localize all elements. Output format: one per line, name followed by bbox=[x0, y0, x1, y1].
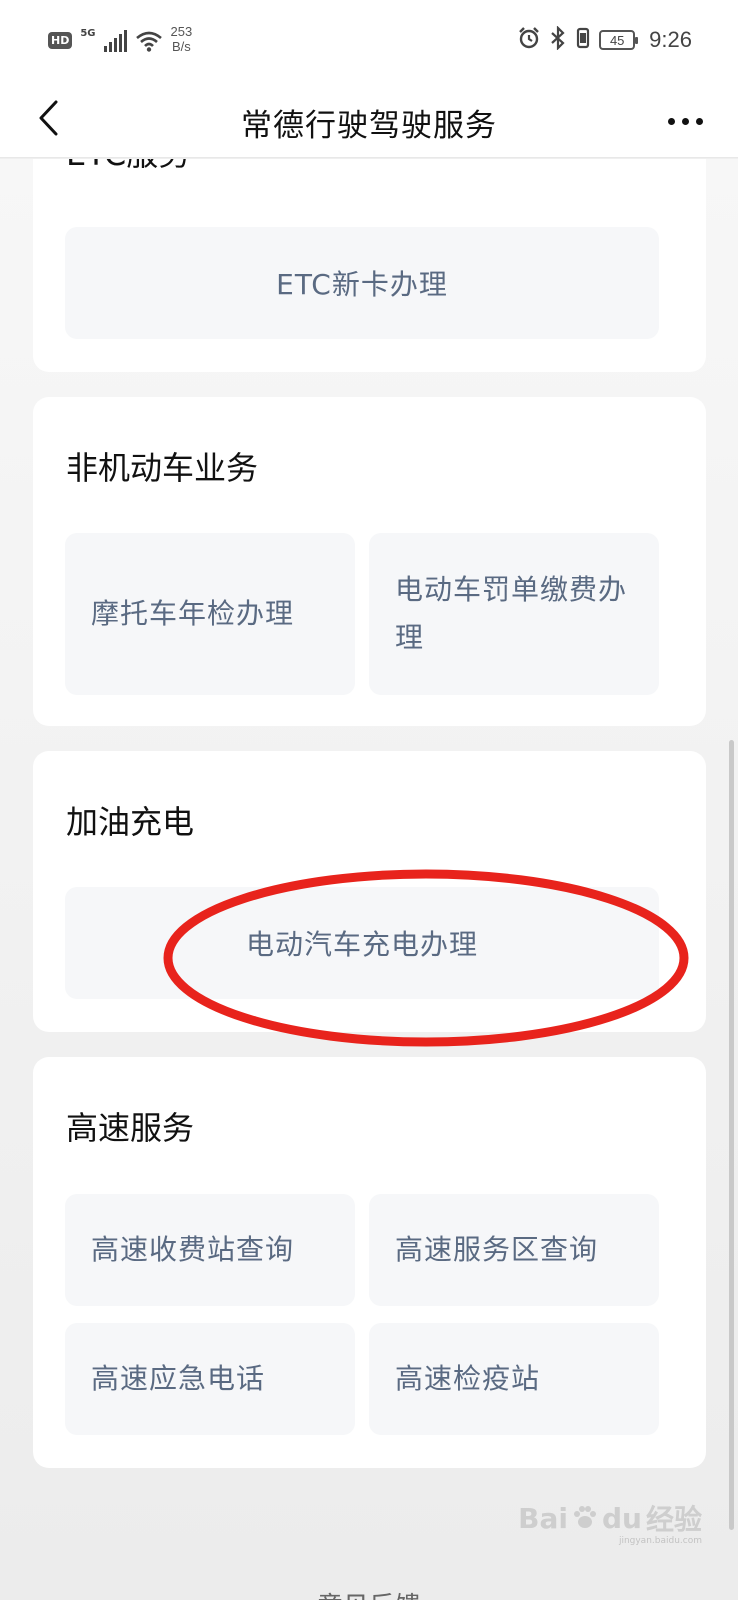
service-list[interactable]: ETC服务 ETC新卡办理 非机动车业务 摩托车年检办理 电动车罚单缴费办理 加… bbox=[0, 159, 738, 1600]
section-etc: ETC服务 ETC新卡办理 bbox=[33, 159, 706, 372]
net-speed: 253 B/s bbox=[171, 24, 193, 54]
more-dot-icon bbox=[667, 117, 675, 125]
network-type: 5G bbox=[80, 28, 96, 39]
watermark-url: jingyan.baidu.com bbox=[618, 1536, 702, 1546]
more-dot-icon bbox=[695, 117, 703, 125]
watermark-brand-cn: 经验 bbox=[645, 1503, 702, 1536]
hd-badge: HD bbox=[48, 32, 73, 49]
status-bar: HD 5G 253 B/s 45 9:26 bbox=[0, 0, 738, 80]
tile-service-area-query[interactable]: 高速服务区查询 bbox=[369, 1194, 659, 1306]
tile-ev-charging[interactable]: 电动汽车充电办理 bbox=[65, 887, 659, 999]
net-speed-value: 253 bbox=[170, 24, 193, 39]
status-right: 45 9:26 bbox=[517, 25, 692, 54]
tile-etc-new-card[interactable]: ETC新卡办理 bbox=[65, 227, 659, 339]
net-speed-unit: B/s bbox=[171, 39, 191, 54]
more-menu-button[interactable] bbox=[660, 106, 710, 136]
section-title: ETC服务 bbox=[66, 159, 190, 175]
tile-toll-station-query[interactable]: 高速收费站查询 bbox=[65, 1194, 355, 1306]
section-title: 加油充电 bbox=[66, 803, 195, 841]
section-title: 非机动车业务 bbox=[66, 449, 259, 487]
battery-icon: 45 bbox=[599, 30, 639, 50]
navigation-bar: 常德行驶驾驶服务 bbox=[0, 80, 738, 158]
wifi-icon bbox=[135, 30, 163, 56]
section-highway: 高速服务 高速收费站查询 高速服务区查询 高速应急电话 高速检疫站 bbox=[33, 1057, 706, 1468]
tile-ebike-fine-payment[interactable]: 电动车罚单缴费办理 bbox=[369, 533, 659, 695]
baidu-watermark: Bai du 经验 jingyan.baidu.com bbox=[518, 1498, 702, 1547]
watermark-brand: Bai bbox=[518, 1501, 568, 1535]
section-non-motor: 非机动车业务 摩托车年检办理 电动车罚单缴费办理 bbox=[33, 397, 706, 726]
scrollbar[interactable] bbox=[729, 740, 734, 1530]
alarm-icon bbox=[517, 26, 541, 54]
tile-emergency-phone[interactable]: 高速应急电话 bbox=[65, 1323, 355, 1435]
battery-level: 45 bbox=[609, 32, 625, 48]
page-title: 常德行驶驾驶服务 bbox=[241, 108, 497, 144]
tile-motorcycle-inspection[interactable]: 摩托车年检办理 bbox=[65, 533, 355, 695]
status-left: HD 5G 253 B/s bbox=[48, 24, 192, 56]
paw-icon bbox=[574, 1506, 596, 1528]
section-fuel-charging: 加油充电 电动汽车充电办理 bbox=[33, 751, 706, 1032]
cell-signal-icon bbox=[103, 30, 127, 52]
tile-quarantine-station[interactable]: 高速检疫站 bbox=[369, 1323, 659, 1435]
clock: 9:26 bbox=[649, 27, 692, 52]
section-title: 高速服务 bbox=[66, 1109, 195, 1147]
feedback-link[interactable]: 意见反馈 bbox=[0, 1586, 738, 1600]
vibrate-icon bbox=[575, 26, 591, 54]
watermark-brand-2: du bbox=[602, 1501, 642, 1535]
bluetooth-icon bbox=[549, 25, 567, 54]
more-dot-icon bbox=[681, 117, 689, 125]
